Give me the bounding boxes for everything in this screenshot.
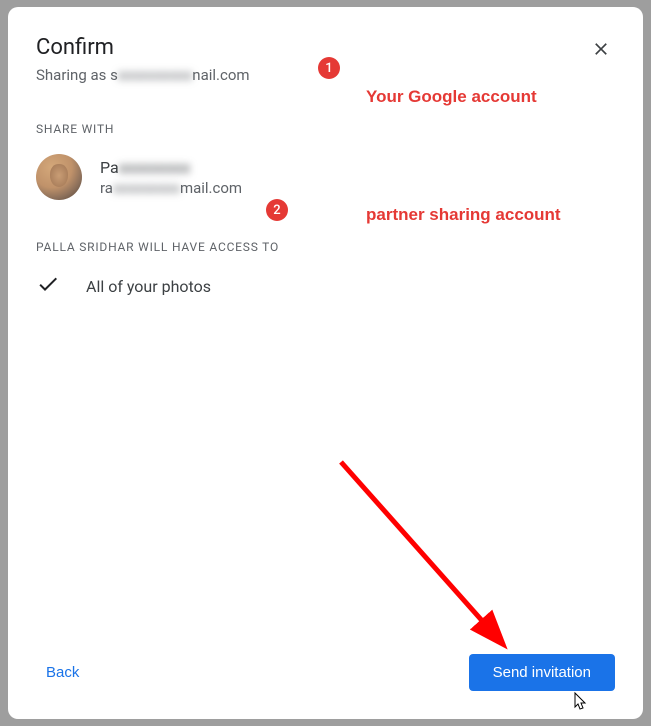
access-item-row: All of your photos	[36, 272, 615, 300]
dialog-subtitle: Sharing as sxxxxxxxxxxnail.com	[36, 66, 250, 84]
annotation-text-2: partner sharing account	[366, 205, 561, 225]
back-button[interactable]: Back	[36, 656, 89, 689]
close-button[interactable]	[587, 35, 615, 68]
header-text-block: Confirm Sharing as sxxxxxxxxxxnail.com	[36, 35, 250, 122]
close-icon	[591, 38, 611, 65]
dialog-title: Confirm	[36, 35, 250, 60]
send-invitation-button[interactable]: Send invitation	[469, 654, 615, 691]
person-info: Paxxxxxxxxx raxxxxxxxxxmail.com	[100, 158, 242, 197]
confirm-dialog: Confirm Sharing as sxxxxxxxxxxnail.com S…	[8, 7, 643, 719]
access-item-text: All of your photos	[86, 277, 211, 296]
annotation-badge-1: 1	[318, 57, 340, 79]
annotation-badge-2: 2	[266, 199, 288, 221]
dialog-footer: Back Send invitation	[36, 634, 615, 691]
share-with-label: SHARE WITH	[36, 122, 615, 136]
checkmark-icon	[36, 272, 64, 300]
annotation-text-1: Your Google account	[366, 87, 537, 107]
person-row: Paxxxxxxxxx raxxxxxxxxxmail.com	[36, 154, 615, 200]
person-avatar	[36, 154, 82, 200]
cursor-icon	[570, 691, 590, 713]
access-label: PALLA SRIDHAR WILL HAVE ACCESS TO	[36, 240, 615, 254]
person-name: Paxxxxxxxxx	[100, 158, 242, 177]
person-email: raxxxxxxxxxmail.com	[100, 179, 242, 197]
